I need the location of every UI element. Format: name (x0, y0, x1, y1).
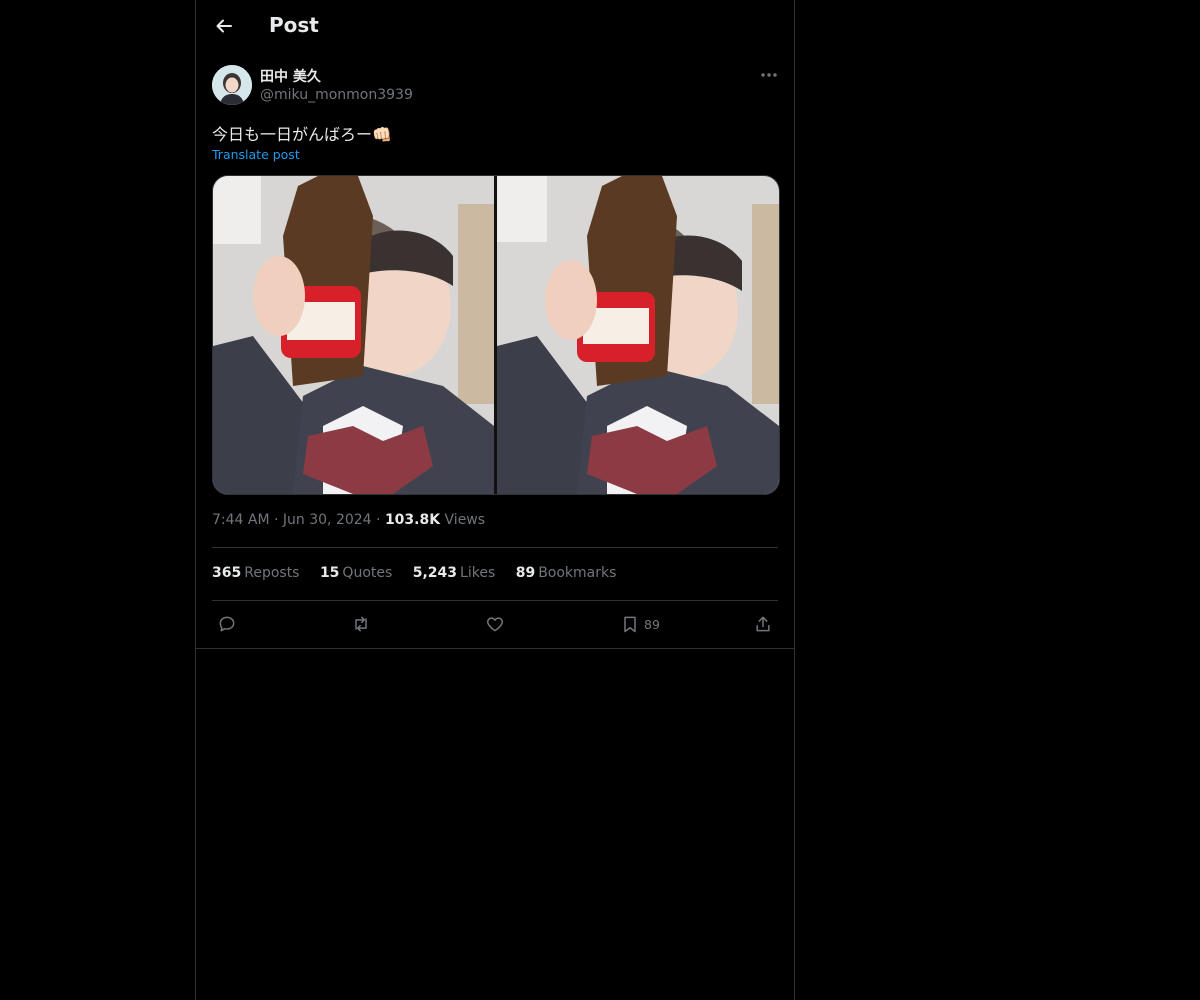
author-handle[interactable]: @miku_monmon3939 (260, 87, 413, 103)
reply-icon (219, 616, 235, 632)
divider (196, 648, 794, 649)
page-title: Post (269, 13, 319, 37)
views-label: Views (444, 512, 486, 528)
bookmark-count: 89 (644, 617, 660, 632)
bookmark-icon (624, 616, 636, 633)
reposts-stat[interactable]: 365 Reposts (212, 565, 299, 581)
more-horizontal-icon (761, 73, 777, 77)
back-button[interactable] (212, 14, 236, 38)
repost-icon (355, 616, 367, 632)
post-time[interactable]: 7:44 AM (212, 512, 270, 528)
post-photo-2[interactable] (497, 176, 779, 494)
more-button[interactable] (758, 66, 780, 86)
divider (212, 547, 778, 548)
author-name[interactable]: 田中 美久 (260, 66, 321, 86)
repost-button[interactable] (351, 614, 371, 636)
arrow-left-icon (216, 19, 232, 33)
header: Post (196, 0, 794, 53)
like-button[interactable] (485, 614, 505, 636)
share-icon (756, 616, 770, 632)
views-count: 103.8K (384, 512, 441, 528)
quotes-stat[interactable]: 15 Quotes (320, 565, 392, 581)
post-text: 今日も一日がんばろー👊🏻 (212, 125, 392, 144)
post-meta: 7:44 AM · Jun 30, 2024 · 103.8K Views (212, 512, 486, 528)
share-button[interactable] (753, 614, 773, 636)
reply-button[interactable] (217, 614, 237, 636)
post-stats: 365 Reposts 15 Quotes 5,243 Likes 89 Bookmar… (212, 565, 632, 581)
bookmarks-stat[interactable]: 89 Bookmarks (516, 565, 617, 581)
action-bar: 89 (196, 604, 794, 648)
main-column: Post 田中 美久 @miku_monmon3939 今日も一日がんばろー👊🏻… (195, 0, 795, 1000)
post-photo-1[interactable] (213, 176, 494, 494)
translate-post-link[interactable]: Translate post (212, 147, 300, 162)
heart-icon (486, 617, 504, 632)
post-date[interactable]: Jun 30, 2024 (283, 512, 372, 528)
likes-stat[interactable]: 5,243 Likes (413, 565, 496, 581)
post-media (212, 175, 780, 495)
avatar[interactable] (212, 65, 252, 105)
divider (212, 600, 778, 601)
bookmark-button[interactable]: 89 (620, 614, 660, 636)
